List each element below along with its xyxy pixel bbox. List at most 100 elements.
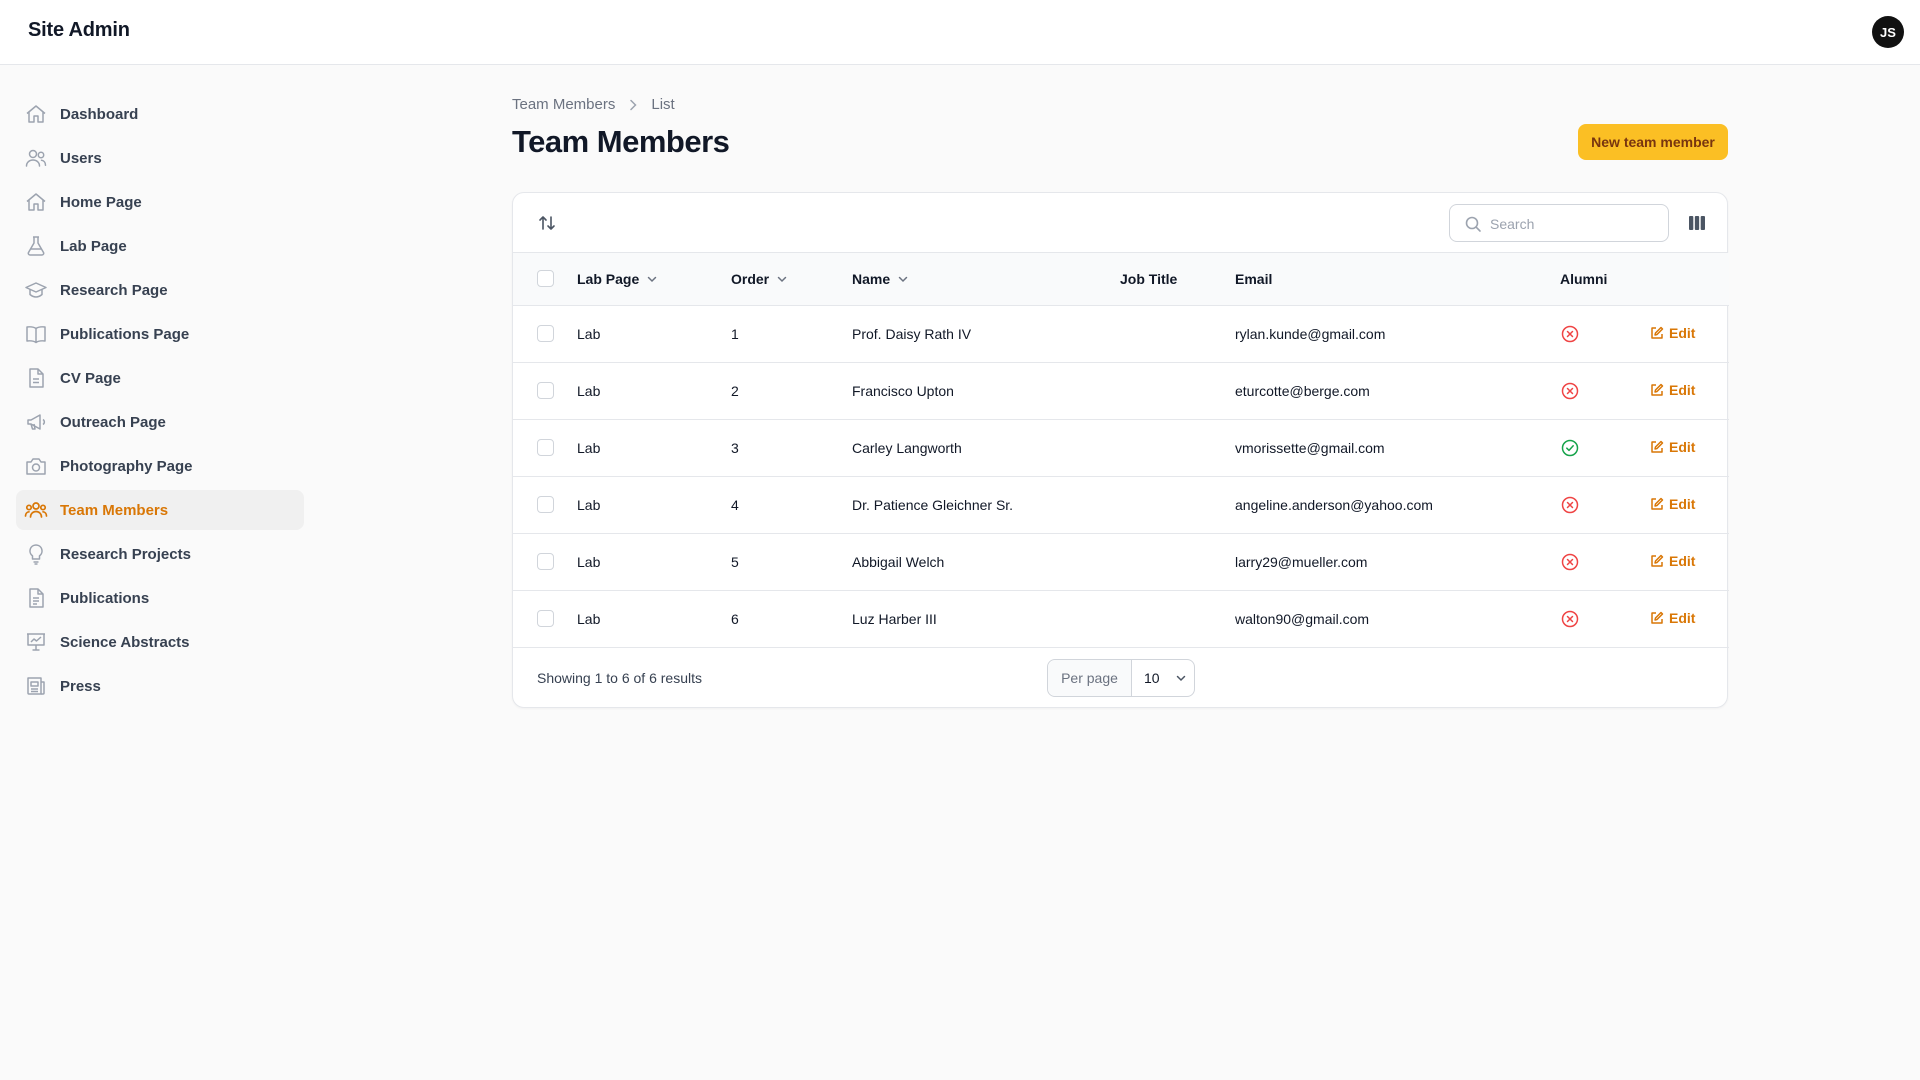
edit-button[interactable]: Edit <box>1650 496 1695 512</box>
edit-button[interactable]: Edit <box>1650 382 1695 398</box>
user-group-icon <box>24 498 48 522</box>
pencil-square-icon <box>1650 497 1664 511</box>
x-circle-icon <box>1560 609 1650 629</box>
cell-email: rylan.kunde@gmail.com <box>1235 325 1386 342</box>
page-title: Team Members <box>512 124 730 159</box>
cell-name: Prof. Daisy Rath IV <box>852 325 972 342</box>
table-header-row: Lab Page Order Name Job Title Email Alum… <box>513 253 1729 305</box>
sidebar-item-label: Outreach Page <box>60 413 166 431</box>
edit-button[interactable]: Edit <box>1650 325 1695 341</box>
check-circle-icon <box>1560 438 1650 458</box>
users-icon <box>24 146 48 170</box>
book-open-icon <box>24 322 48 346</box>
team-members-table: Lab Page Order Name Job Title Email Alum… <box>513 253 1729 648</box>
user-avatar[interactable]: JS <box>1872 16 1904 48</box>
sort-arrows-icon[interactable] <box>537 213 557 233</box>
cell-actions: Edit <box>1650 362 1729 419</box>
edit-label: Edit <box>1669 381 1696 398</box>
x-circle-icon <box>1560 324 1650 344</box>
sidebar: Dashboard Users Home Page Lab Page Resea… <box>16 94 304 710</box>
column-header-actions <box>1650 253 1729 305</box>
sidebar-item-science-abstracts[interactable]: Science Abstracts <box>16 622 304 662</box>
table-row: Lab 3 Carley Langworth vmorissette@gmail… <box>513 419 1729 476</box>
sidebar-item-label: CV Page <box>60 369 121 387</box>
cell-job-title <box>1120 305 1235 362</box>
cell-email: vmorissette@gmail.com <box>1235 439 1385 456</box>
sidebar-item-label: Research Projects <box>60 545 191 563</box>
table-row: Lab 6 Luz Harber III walton90@gmail.com … <box>513 590 1729 647</box>
edit-button[interactable]: Edit <box>1650 553 1695 569</box>
sidebar-item-label: Research Page <box>60 281 168 299</box>
sidebar-item-press[interactable]: Press <box>16 666 304 706</box>
cell-alumni <box>1560 419 1650 476</box>
edit-button[interactable]: Edit <box>1650 610 1695 626</box>
column-header-label: Order <box>731 270 770 287</box>
column-header-order[interactable]: Order <box>731 271 789 287</box>
sidebar-item-label: Home Page <box>60 193 142 211</box>
edit-button[interactable]: Edit <box>1650 439 1695 455</box>
column-header-alumni: Alumni <box>1560 270 1608 287</box>
row-checkbox[interactable] <box>537 553 554 570</box>
sidebar-item-research-page[interactable]: Research Page <box>16 270 304 310</box>
columns-icon[interactable] <box>1687 213 1707 233</box>
sidebar-item-publications[interactable]: Publications <box>16 578 304 618</box>
sidebar-item-cv-page[interactable]: CV Page <box>16 358 304 398</box>
table-row: Lab 5 Abbigail Welch larry29@mueller.com… <box>513 533 1729 590</box>
row-checkbox[interactable] <box>537 439 554 456</box>
sidebar-item-label: Users <box>60 149 102 167</box>
cell-actions: Edit <box>1650 305 1729 362</box>
newspaper-icon <box>24 674 48 698</box>
search-input[interactable] <box>1490 213 1660 235</box>
select-all-checkbox[interactable] <box>537 270 554 288</box>
cell-actions: Edit <box>1650 419 1729 476</box>
cell-lab-page: Lab <box>577 496 601 513</box>
row-checkbox[interactable] <box>537 325 554 342</box>
cell-job-title <box>1120 590 1235 647</box>
sidebar-item-publications-page[interactable]: Publications Page <box>16 314 304 354</box>
cell-email: eturcotte@berge.com <box>1235 382 1370 399</box>
app-title[interactable]: Site Admin <box>28 19 130 42</box>
x-circle-icon <box>1560 495 1650 515</box>
table-body: Lab 1 Prof. Daisy Rath IV rylan.kunde@gm… <box>513 305 1729 647</box>
breadcrumb-parent[interactable]: Team Members <box>512 96 615 113</box>
pencil-square-icon <box>1650 554 1664 568</box>
sidebar-item-dashboard[interactable]: Dashboard <box>16 94 304 134</box>
sidebar-item-users[interactable]: Users <box>16 138 304 178</box>
per-page-control: Per page 10 <box>1047 658 1195 697</box>
cell-job-title <box>1120 419 1235 476</box>
cell-alumni <box>1560 305 1650 362</box>
column-header-name[interactable]: Name <box>852 271 910 287</box>
row-checkbox[interactable] <box>537 610 554 627</box>
sidebar-item-home-page[interactable]: Home Page <box>16 182 304 222</box>
per-page-label: Per page <box>1048 659 1132 696</box>
per-page-select[interactable]: 10 <box>1132 660 1194 696</box>
table-toolbar <box>513 193 1727 253</box>
column-header-job-title: Job Title <box>1120 270 1178 287</box>
new-team-member-button[interactable]: New team member <box>1578 124 1728 160</box>
light-bulb-icon <box>24 542 48 566</box>
column-header-lab-page[interactable]: Lab Page <box>577 271 659 287</box>
team-members-table-card: Lab Page Order Name Job Title Email Alum… <box>512 192 1729 708</box>
sidebar-item-lab-page[interactable]: Lab Page <box>16 226 304 266</box>
table-row: Lab 1 Prof. Daisy Rath IV rylan.kunde@gm… <box>513 305 1729 362</box>
cell-order: 2 <box>731 382 739 399</box>
row-checkbox[interactable] <box>537 496 554 513</box>
breadcrumb: Team Members List <box>512 96 675 113</box>
cell-name: Francisco Upton <box>852 382 954 399</box>
sidebar-item-team-members[interactable]: Team Members <box>16 490 304 530</box>
pencil-square-icon <box>1650 440 1664 454</box>
sidebar-item-outreach-page[interactable]: Outreach Page <box>16 402 304 442</box>
cell-lab-page: Lab <box>577 610 601 627</box>
document-text-icon <box>24 586 48 610</box>
pencil-square-icon <box>1650 611 1664 625</box>
top-bar: Site Admin JS <box>0 0 1920 65</box>
column-header-label: Lab Page <box>577 270 640 287</box>
edit-label: Edit <box>1669 324 1696 341</box>
cell-lab-page: Lab <box>577 325 601 342</box>
sidebar-item-research-projects[interactable]: Research Projects <box>16 534 304 574</box>
sidebar-item-photography-page[interactable]: Photography Page <box>16 446 304 486</box>
edit-label: Edit <box>1669 609 1696 626</box>
row-checkbox[interactable] <box>537 382 554 399</box>
search-box <box>1449 204 1669 242</box>
document-icon <box>24 366 48 390</box>
